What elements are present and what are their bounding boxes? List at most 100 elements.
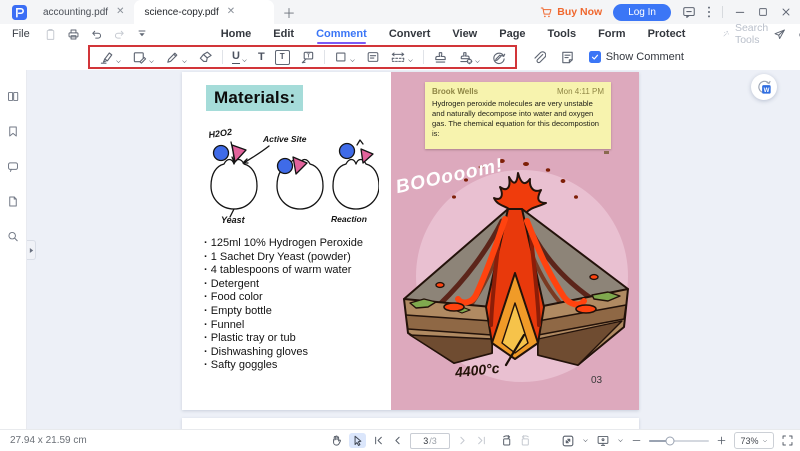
signature-tool[interactable] bbox=[486, 50, 511, 65]
page-size-label: 27.94 x 21.59 cm bbox=[10, 435, 87, 446]
page-number-input[interactable]: 3 /3 bbox=[410, 432, 450, 449]
close-icon[interactable] bbox=[780, 6, 792, 18]
feedback-icon[interactable] bbox=[682, 5, 696, 19]
file-menu[interactable]: File bbox=[12, 28, 30, 40]
highlighter-icon bbox=[100, 51, 113, 64]
more-menu-icon[interactable] bbox=[707, 5, 711, 19]
page-spread: Materials: H2O2 Active Site Yeast Reacti… bbox=[182, 72, 639, 410]
statusbar: 27.94 x 21.59 cm 3 /3 73% bbox=[0, 429, 800, 451]
hand-tool-icon[interactable] bbox=[330, 434, 343, 447]
select-tool-button[interactable] bbox=[349, 433, 366, 448]
yeast-label: Yeast bbox=[221, 215, 246, 224]
callout-tool[interactable]: T bbox=[295, 50, 320, 65]
custom-stamp-icon bbox=[459, 51, 473, 64]
minimize-icon[interactable] bbox=[734, 6, 746, 18]
menu-comment[interactable]: Comment bbox=[316, 28, 367, 44]
menu-home[interactable]: Home bbox=[221, 28, 252, 40]
chevron-down-icon[interactable] bbox=[582, 437, 589, 444]
eraser-icon bbox=[199, 51, 212, 62]
tab-science-copy[interactable]: science-copy.pdf ✕ bbox=[134, 0, 275, 24]
previous-page-icon[interactable] bbox=[391, 434, 404, 447]
zoom-in-icon[interactable] bbox=[716, 435, 727, 446]
thumbnails-icon[interactable] bbox=[0, 80, 27, 103]
tab-close-icon[interactable]: ✕ bbox=[116, 7, 124, 17]
maximize-icon[interactable] bbox=[757, 6, 769, 18]
fullscreen-icon[interactable] bbox=[781, 434, 794, 447]
divider bbox=[323, 50, 325, 64]
attachment-tool[interactable] bbox=[531, 50, 546, 65]
fit-page-icon[interactable] bbox=[561, 434, 575, 448]
comments-icon[interactable] bbox=[0, 150, 27, 173]
eraser-tool[interactable] bbox=[193, 50, 218, 65]
tab-accounting[interactable]: accounting.pdf ✕ bbox=[33, 0, 134, 24]
menu-page[interactable]: Page bbox=[499, 28, 525, 40]
chevron-down-icon bbox=[349, 59, 355, 62]
divider bbox=[222, 50, 223, 64]
rotate-left-icon[interactable] bbox=[500, 434, 513, 447]
tab-close-icon[interactable]: ✕ bbox=[227, 7, 235, 17]
stamp-tool[interactable] bbox=[428, 50, 453, 65]
note-body: Hydrogen peroxide molecules are very uns… bbox=[432, 99, 600, 139]
custom-stamp-tool[interactable] bbox=[453, 50, 486, 65]
text-box-tool[interactable]: T bbox=[270, 49, 295, 65]
menu-form[interactable]: Form bbox=[598, 28, 626, 40]
panel-expand-handle[interactable] bbox=[27, 240, 36, 260]
toolbar-extra: Show Comment bbox=[531, 50, 684, 65]
search-tools[interactable]: Search Tools bbox=[722, 22, 772, 46]
highlight-tool[interactable] bbox=[94, 50, 127, 65]
redo-icon[interactable] bbox=[113, 28, 126, 41]
svg-text:W: W bbox=[763, 86, 769, 93]
menu-edit[interactable]: Edit bbox=[273, 28, 294, 40]
collapse-toolbar-icon[interactable] bbox=[136, 28, 148, 40]
underline-icon: U bbox=[232, 49, 240, 64]
bookmarks-icon[interactable] bbox=[0, 115, 27, 138]
attachments-icon[interactable] bbox=[0, 185, 27, 208]
sticky-note-comment[interactable]: Brook Wells Mon 4:11 PM Hydrogen peroxid… bbox=[425, 82, 611, 149]
undo-icon[interactable] bbox=[90, 28, 103, 41]
save-icon[interactable] bbox=[44, 28, 57, 41]
sticky-note-tool[interactable] bbox=[361, 50, 385, 64]
list-item: Dishwashing gloves bbox=[204, 346, 363, 360]
first-page-icon[interactable] bbox=[372, 434, 385, 447]
area-highlight-tool[interactable] bbox=[127, 50, 160, 65]
enzyme-diagram: H2O2 Active Site Yeast Reaction bbox=[208, 127, 379, 224]
comment-tools-highlight-box: U T T T bbox=[88, 45, 517, 69]
checkbox-checked-icon[interactable] bbox=[588, 51, 601, 63]
presentation-mode-icon[interactable] bbox=[596, 434, 610, 447]
convert-to-word-button[interactable]: W bbox=[751, 74, 777, 100]
zoom-slider[interactable] bbox=[649, 436, 709, 445]
menu-view[interactable]: View bbox=[452, 28, 477, 40]
zoom-controls: 73% bbox=[561, 430, 794, 451]
next-page-icon[interactable] bbox=[456, 434, 469, 447]
rotate-right-icon[interactable] bbox=[519, 434, 532, 447]
zoom-slider-thumb[interactable] bbox=[665, 436, 675, 445]
note-resize-handle[interactable] bbox=[604, 151, 609, 154]
zoom-out-icon[interactable] bbox=[631, 435, 642, 446]
document-viewer[interactable]: Materials: H2O2 Active Site Yeast Reacti… bbox=[27, 70, 800, 430]
buy-now-button[interactable]: Buy Now bbox=[540, 6, 602, 19]
underline-tool[interactable]: U bbox=[227, 49, 253, 64]
svg-text:T: T bbox=[306, 53, 310, 59]
measure-tool[interactable] bbox=[385, 50, 419, 64]
zoom-level-select[interactable]: 73% bbox=[734, 432, 774, 449]
text-box-icon: T bbox=[274, 49, 290, 65]
pencil-tool[interactable] bbox=[160, 50, 193, 65]
show-comment-toggle[interactable]: Show Comment bbox=[588, 51, 684, 63]
print-icon[interactable] bbox=[67, 28, 80, 41]
materials-heading: Materials: bbox=[206, 85, 304, 111]
log-in-button[interactable]: Log In bbox=[613, 3, 671, 21]
menu-protect[interactable]: Protect bbox=[648, 28, 686, 40]
menu-convert[interactable]: Convert bbox=[389, 28, 431, 40]
pencil-icon bbox=[167, 52, 178, 63]
search-icon[interactable] bbox=[0, 220, 27, 243]
shape-tool[interactable] bbox=[329, 50, 361, 64]
callout-icon: T bbox=[301, 51, 313, 63]
list-item: Safty goggles bbox=[204, 359, 363, 373]
share-icon[interactable] bbox=[773, 28, 786, 41]
new-tab-button[interactable]: ＋ bbox=[274, 0, 303, 24]
comment-list-tool[interactable] bbox=[560, 50, 575, 65]
typewriter-tool[interactable]: T bbox=[253, 51, 270, 63]
menu-tools[interactable]: Tools bbox=[548, 28, 577, 40]
last-page-icon[interactable] bbox=[475, 434, 488, 447]
chevron-down-icon[interactable] bbox=[617, 437, 624, 444]
